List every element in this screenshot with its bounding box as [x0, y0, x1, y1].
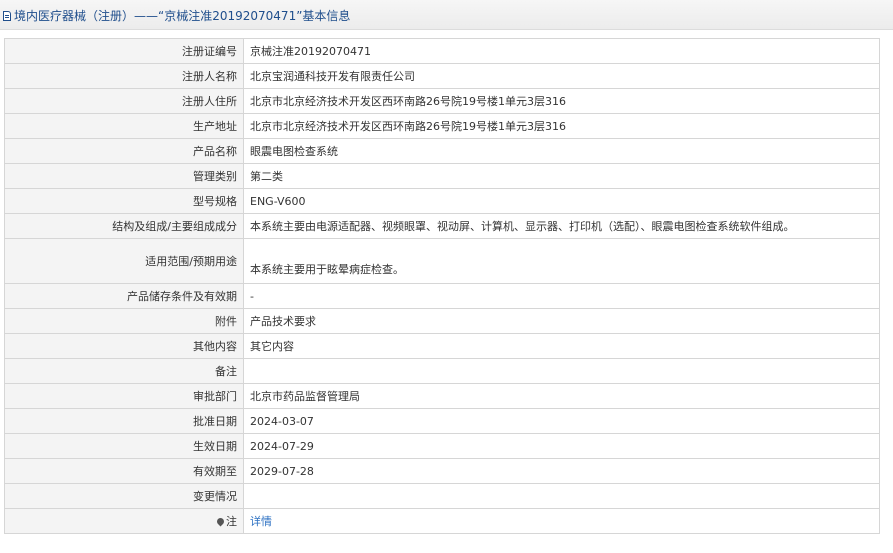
row-value-registration-number: 京械注准20192070471 [243, 38, 880, 64]
table-row: 产品名称 眼震电图检查系统 [4, 138, 880, 164]
table-row: 管理类别 第二类 [4, 163, 880, 189]
table-row: 附件 产品技术要求 [4, 308, 880, 334]
row-value-effective-date: 2024-07-29 [243, 433, 880, 459]
row-label-structure-composition: 结构及组成/主要组成成分 [4, 213, 244, 239]
row-label-approval-department: 审批部门 [4, 383, 244, 409]
row-label-valid-until: 有效期至 [4, 458, 244, 484]
table-row: 注册证编号 京械注准20192070471 [4, 38, 880, 64]
row-label-other-content: 其他内容 [4, 333, 244, 359]
table-row: 备注 [4, 358, 880, 384]
row-label-product-name: 产品名称 [4, 138, 244, 164]
header-title-wrap: 境内医疗器械（注册）——“京械注准20192070471”基本信息 [3, 7, 350, 24]
row-label-management-category: 管理类别 [4, 163, 244, 189]
table-row: 适用范围/预期用途 本系统主要用于眩晕病症检查。 [4, 238, 880, 284]
table-row: 型号规格 ENG-V600 [4, 188, 880, 214]
table-row: 有效期至 2029-07-28 [4, 458, 880, 484]
row-value-model-spec: ENG-V600 [243, 188, 880, 214]
row-value-attachment: 产品技术要求 [243, 308, 880, 334]
table-row: 其他内容 其它内容 [4, 333, 880, 359]
row-label-production-address: 生产地址 [4, 113, 244, 139]
row-value-product-name: 眼震电图检查系统 [243, 138, 880, 164]
table-row: 注册人住所 北京市北京经济技术开发区西环南路26号院19号楼1单元3层316 [4, 88, 880, 114]
row-label-registrant-name: 注册人名称 [4, 63, 244, 89]
row-label-registration-number: 注册证编号 [4, 38, 244, 64]
note-label-text: 注 [226, 515, 237, 528]
row-label-effective-date: 生效日期 [4, 433, 244, 459]
location-pin-icon [215, 516, 226, 527]
row-label-storage-conditions: 产品储存条件及有效期 [4, 283, 244, 309]
row-value-change-history [243, 483, 880, 509]
table-row: 结构及组成/主要组成成分 本系统主要由电源适配器、视频眼罩、视动屏、计算机、显示… [4, 213, 880, 239]
row-label-model-spec: 型号规格 [4, 188, 244, 214]
row-value-production-address: 北京市北京经济技术开发区西环南路26号院19号楼1单元3层316 [243, 113, 880, 139]
row-label-attachment: 附件 [4, 308, 244, 334]
table-row: 变更情况 [4, 483, 880, 509]
page-title: 境内医疗器械（注册）——“京械注准20192070471”基本信息 [14, 9, 351, 23]
table-row: 批准日期 2024-03-07 [4, 408, 880, 434]
row-value-note: 详情 [243, 508, 880, 534]
table-row: 注册人名称 北京宝润通科技开发有限责任公司 [4, 63, 880, 89]
row-label-registrant-address: 注册人住所 [4, 88, 244, 114]
table-row: 生产地址 北京市北京经济技术开发区西环南路26号院19号楼1单元3层316 [4, 113, 880, 139]
row-value-structure-composition: 本系统主要由电源适配器、视频眼罩、视动屏、计算机、显示器、打印机（选配）、眼震电… [243, 213, 880, 239]
row-label-intended-use: 适用范围/预期用途 [4, 238, 244, 284]
table-row: 审批部门 北京市药品监督管理局 [4, 383, 880, 409]
row-value-remarks [243, 358, 880, 384]
page-header: 境内医疗器械（注册）——“京械注准20192070471”基本信息 [0, 0, 893, 30]
row-label-note: 注 [4, 508, 244, 534]
details-link[interactable]: 详情 [250, 515, 272, 528]
table-row: 注 详情 [4, 508, 880, 534]
row-value-intended-use: 本系统主要用于眩晕病症检查。 [243, 238, 880, 284]
row-label-remarks: 备注 [4, 358, 244, 384]
row-label-change-history: 变更情况 [4, 483, 244, 509]
row-value-approval-date: 2024-03-07 [243, 408, 880, 434]
table-row: 生效日期 2024-07-29 [4, 433, 880, 459]
row-value-storage-conditions: - [243, 283, 880, 309]
basic-info-table: 注册证编号 京械注准20192070471 注册人名称 北京宝润通科技开发有限责… [4, 38, 880, 534]
row-value-approval-department: 北京市药品监督管理局 [243, 383, 880, 409]
document-icon [3, 11, 11, 21]
row-value-other-content: 其它内容 [243, 333, 880, 359]
table-row: 产品储存条件及有效期 - [4, 283, 880, 309]
row-label-approval-date: 批准日期 [4, 408, 244, 434]
row-value-valid-until: 2029-07-28 [243, 458, 880, 484]
row-value-registrant-name: 北京宝润通科技开发有限责任公司 [243, 63, 880, 89]
row-value-registrant-address: 北京市北京经济技术开发区西环南路26号院19号楼1单元3层316 [243, 88, 880, 114]
row-value-management-category: 第二类 [243, 163, 880, 189]
